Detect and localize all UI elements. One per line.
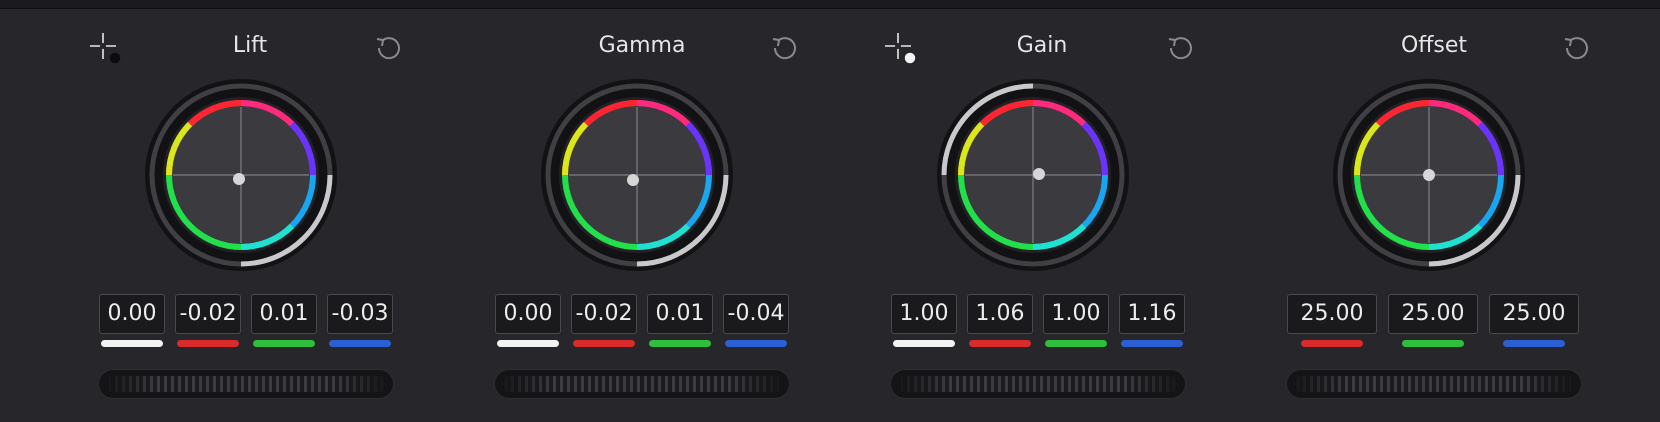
color-wheel-lift[interactable] <box>143 77 339 273</box>
channel-bar-blue <box>1503 340 1565 347</box>
color-wheel-panel-offset: Offset 25.00 25.00 25.00 <box>1188 0 1603 422</box>
jog-wheel-ticks <box>108 376 384 392</box>
crosshair-icon[interactable] <box>88 31 126 69</box>
channel-bar-green <box>1045 340 1107 347</box>
channel-bar-red <box>573 340 635 347</box>
channel-bar-red <box>969 340 1031 347</box>
color-wheel-gain[interactable] <box>935 77 1131 273</box>
value-green-offset[interactable]: 25.00 <box>1388 294 1478 334</box>
channel-bar-blue <box>725 340 787 347</box>
wheel-title-gain: Gain <box>1016 33 1068 58</box>
master-wheel-gain[interactable] <box>890 369 1186 399</box>
wheel-title-offset: Offset <box>1400 33 1468 58</box>
channel-bar-blue <box>329 340 391 347</box>
channel-bar-luma <box>101 340 163 347</box>
jog-wheel-ticks <box>504 376 780 392</box>
crosshair-icon[interactable] <box>883 31 921 69</box>
value-master-gain[interactable]: 1.00 <box>891 294 957 334</box>
value-red-offset[interactable]: 25.00 <box>1287 294 1377 334</box>
value-red-gain[interactable]: 1.06 <box>967 294 1033 334</box>
channel-bar-luma <box>893 340 955 347</box>
channel-bar-green <box>1402 340 1464 347</box>
master-wheel-lift[interactable] <box>98 369 394 399</box>
color-wheel-gamma[interactable] <box>539 77 735 273</box>
value-master-gamma[interactable]: 0.00 <box>495 294 561 334</box>
channel-bar-green <box>253 340 315 347</box>
value-blue-offset[interactable]: 25.00 <box>1489 294 1579 334</box>
master-wheel-offset[interactable] <box>1286 369 1582 399</box>
value-blue-gain[interactable]: 1.16 <box>1119 294 1185 334</box>
wheel-title-lift: Lift <box>232 33 268 58</box>
reset-icon[interactable] <box>1561 32 1593 64</box>
value-red-gamma[interactable]: -0.02 <box>571 294 637 334</box>
value-master-lift[interactable]: 0.00 <box>99 294 165 334</box>
wheel-puck[interactable] <box>233 173 245 185</box>
wheel-puck[interactable] <box>1033 168 1045 180</box>
color-wheel-offset[interactable] <box>1331 77 1527 273</box>
channel-bar-red <box>1301 340 1363 347</box>
wheel-puck[interactable] <box>627 174 639 186</box>
channel-bar-luma <box>497 340 559 347</box>
value-red-lift[interactable]: -0.02 <box>175 294 241 334</box>
channel-bar-blue <box>1121 340 1183 347</box>
wheel-puck[interactable] <box>1423 169 1435 181</box>
value-green-lift[interactable]: 0.01 <box>251 294 317 334</box>
value-blue-lift[interactable]: -0.03 <box>327 294 393 334</box>
value-green-gamma[interactable]: 0.01 <box>647 294 713 334</box>
jog-wheel-ticks <box>900 376 1176 392</box>
channel-bar-red <box>177 340 239 347</box>
value-blue-gamma[interactable]: -0.04 <box>723 294 789 334</box>
wheel-title-gamma: Gamma <box>598 33 686 58</box>
master-wheel-gamma[interactable] <box>494 369 790 399</box>
color-wheel-panel-lift: Lift 0.00 -0.02 0.01 -0.03 <box>0 0 415 422</box>
value-green-gain[interactable]: 1.00 <box>1043 294 1109 334</box>
channel-bar-green <box>649 340 711 347</box>
color-wheel-panel-gamma: Gamma 0.00 -0.02 0.01 -0.04 <box>396 0 811 422</box>
color-wheel-panel-gain: Gain 1.00 1.06 1.00 1.16 <box>792 0 1207 422</box>
jog-wheel-ticks <box>1296 376 1572 392</box>
